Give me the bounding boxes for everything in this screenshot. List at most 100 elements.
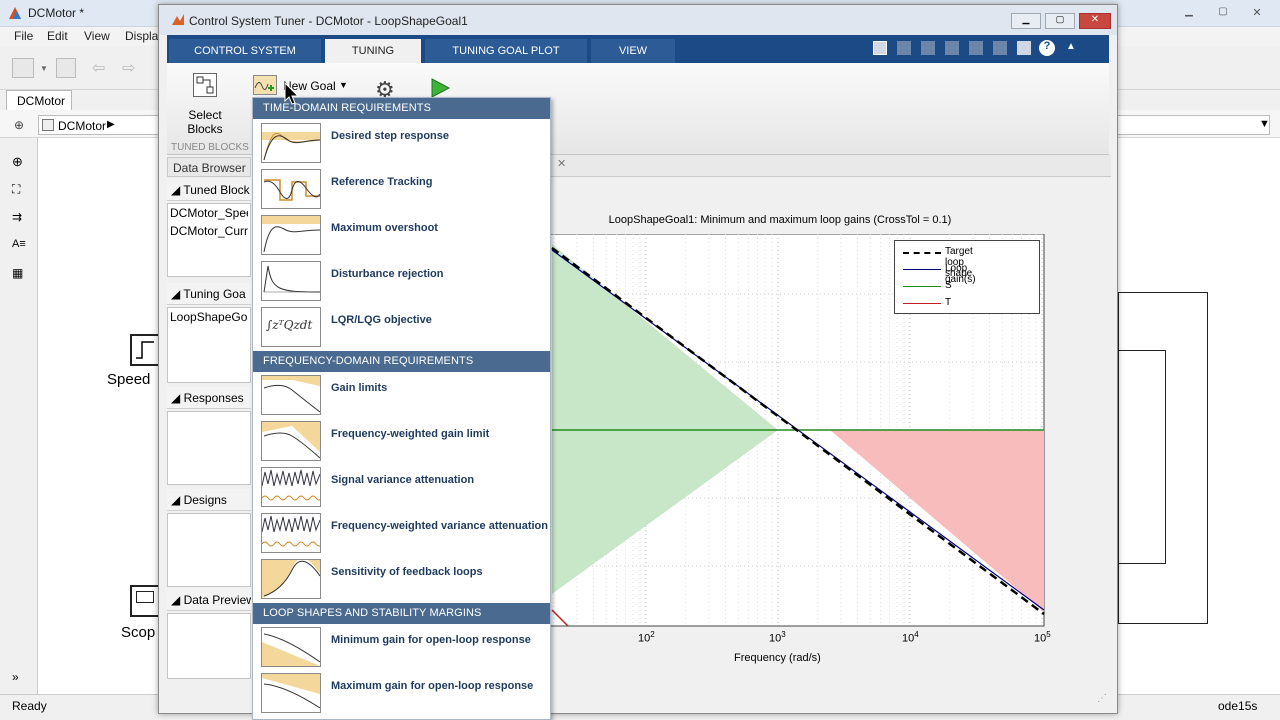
goal-minimum-gain-open-loop[interactable]: Minimum gain for open-loop response: [253, 624, 550, 670]
goal-sensitivity-of-feedback-loops[interactable]: Sensitivity of feedback loops: [253, 556, 550, 602]
new-goal-button[interactable]: New Goal ▼: [253, 73, 357, 99]
tuned-blocks-header[interactable]: ◢ Tuned Block: [167, 179, 251, 201]
goal-reference-tracking[interactable]: Reference Tracking: [253, 166, 550, 212]
tab-view[interactable]: VIEW: [591, 39, 675, 63]
annotation-icon[interactable]: A≡: [12, 238, 26, 250]
breadcrumb-dropdown-icon[interactable]: ▼: [1259, 118, 1270, 130]
image-icon[interactable]: ▦: [12, 266, 23, 280]
save-icon[interactable]: [897, 41, 911, 55]
model-tab[interactable]: DCMotor: [6, 90, 72, 110]
goal-maximum-overshoot[interactable]: Maximum overshoot: [253, 212, 550, 258]
hide-browser-icon[interactable]: ⊕: [14, 118, 24, 132]
step-response-thumbnail-icon: [261, 123, 321, 163]
x-axis-label: Frequency (rad/s): [734, 652, 821, 664]
tuner-tab-bar: CONTROL SYSTEM TUNING TUNING GOAL PLOT V…: [167, 35, 1109, 63]
arrow-icon[interactable]: ⇉: [12, 210, 22, 224]
window-layout-icon[interactable]: [1017, 41, 1031, 55]
speed-block[interactable]: [130, 334, 160, 366]
tuning-goals-list: LoopShapeGoa: [167, 307, 251, 383]
x-tick-label: 102: [638, 630, 655, 645]
gallery-item-label: LQR/LQG objective: [331, 314, 432, 326]
resize-grip-icon[interactable]: ⋰: [1097, 693, 1107, 704]
simulink-app-icon: [8, 6, 22, 20]
legend-label: S: [945, 280, 952, 291]
tab-control-system[interactable]: CONTROL SYSTEM: [169, 39, 321, 63]
tuned-blocks-list: DCMotor_Speed DCMotor_Curre: [167, 203, 251, 277]
scope-block[interactable]: [130, 585, 160, 617]
close-tab-icon[interactable]: ✕: [557, 157, 566, 170]
inner-block[interactable]: [1118, 350, 1166, 564]
chevron-down-icon[interactable]: ▼: [40, 64, 48, 73]
list-item[interactable]: LoopShapeGoa: [170, 310, 248, 328]
section-label: Tuned Block: [183, 183, 250, 197]
maximize-icon[interactable]: ▢: [1210, 6, 1236, 22]
fit-view-icon[interactable]: ⛶: [12, 182, 20, 197]
responses-section: ◢ Responses: [167, 387, 251, 485]
minimize-icon[interactable]: ▁: [1011, 13, 1041, 29]
max-gain-thumbnail-icon: [261, 673, 321, 713]
menu-display[interactable]: Displa: [125, 29, 158, 43]
zoom-icon[interactable]: ⊕: [12, 154, 23, 170]
new-goal-icon: [253, 75, 277, 95]
disturbance-rejection-thumbnail-icon: [261, 261, 321, 301]
list-item[interactable]: DCMotor_Speed: [170, 206, 248, 224]
collapse-ribbon-icon[interactable]: ▲: [1063, 39, 1079, 57]
collapse-triangle-icon: ◢: [171, 391, 181, 405]
collapse-triangle-icon: ◢: [171, 287, 181, 301]
tune-play-icon[interactable]: [429, 77, 451, 99]
library-icon[interactable]: [12, 58, 34, 78]
goal-disturbance-rejection[interactable]: Disturbance rejection: [253, 258, 550, 304]
undo-icon[interactable]: [969, 41, 983, 55]
back-arrow-icon[interactable]: ⇦: [92, 58, 105, 78]
x-tick-label: 103: [769, 630, 786, 645]
section-label: Designs: [183, 493, 227, 507]
layout-icon[interactable]: [873, 41, 887, 55]
goal-frequency-weighted-variance-attenuation[interactable]: Frequency-weighted variance attenuation: [253, 510, 550, 556]
select-blocks-label-2: Blocks: [187, 122, 223, 136]
expand-icon[interactable]: »: [12, 670, 19, 684]
model-icon: [42, 119, 54, 131]
minimize-icon[interactable]: ▁: [1176, 6, 1202, 22]
plot-legend: Target loop shape Loop gain(s) S T: [894, 240, 1040, 314]
new-goal-gallery: TIME-DOMAIN REQUIREMENTS Desired step re…: [252, 97, 551, 720]
data-preview-header[interactable]: ◢ Data Preview: [167, 589, 251, 611]
menu-view[interactable]: View: [84, 29, 110, 43]
gallery-item-label: Frequency-weighted variance attenuation: [331, 520, 548, 532]
menu-edit[interactable]: Edit: [47, 29, 68, 43]
tuning-goals-header[interactable]: ◢ Tuning Goa: [167, 283, 251, 305]
designs-header[interactable]: ◢ Designs: [167, 489, 251, 511]
redo-icon[interactable]: [993, 41, 1007, 55]
gain-limits-thumbnail-icon: [261, 375, 321, 415]
copy-icon[interactable]: [921, 41, 935, 55]
menu-file[interactable]: File: [14, 29, 33, 43]
maximize-icon[interactable]: ▢: [1045, 13, 1075, 29]
responses-header[interactable]: ◢ Responses: [167, 387, 251, 409]
goal-signal-variance-attenuation[interactable]: Signal variance attenuation: [253, 464, 550, 510]
gallery-item-label: Maximum overshoot: [331, 222, 438, 234]
legend-swatch: [903, 252, 941, 254]
data-browser-panel: Data Browser ◢ Tuned Block DCMotor_Speed…: [167, 155, 251, 705]
gallery-item-label: Desired step response: [331, 130, 449, 142]
help-icon[interactable]: ?: [1039, 40, 1055, 56]
tab-tuning-goal-plot[interactable]: TUNING GOAL PLOT: [425, 39, 587, 63]
close-icon[interactable]: ✕: [1079, 13, 1111, 29]
chevron-right-icon: ▶: [107, 119, 115, 130]
gallery-item-label: Signal variance attenuation: [331, 474, 475, 486]
list-item[interactable]: DCMotor_Curre: [170, 224, 248, 242]
close-icon[interactable]: ✕: [1244, 6, 1270, 22]
tab-tuning[interactable]: TUNING: [325, 39, 421, 63]
x-tick-label: 105: [1034, 630, 1051, 645]
mouse-cursor-icon: [284, 82, 300, 106]
breadcrumb-model[interactable]: DCMotor: [58, 119, 106, 133]
goal-gain-limits[interactable]: Gain limits: [253, 372, 550, 418]
goal-maximum-gain-open-loop[interactable]: Maximum gain for open-loop response: [253, 670, 550, 716]
save-icon[interactable]: [56, 58, 76, 78]
section-label: Responses: [183, 391, 244, 405]
paste-icon[interactable]: [945, 41, 959, 55]
select-blocks-button[interactable]: Select Blocks: [173, 65, 237, 139]
designs-section: ◢ Designs: [167, 489, 251, 587]
goal-desired-step-response[interactable]: Desired step response: [253, 120, 550, 166]
goal-frequency-weighted-gain-limit[interactable]: Frequency-weighted gain limit: [253, 418, 550, 464]
goal-lqr-lqg-objective[interactable]: ∫zᵀQzdt LQR/LQG objective: [253, 304, 550, 350]
forward-arrow-icon[interactable]: ⇨: [122, 58, 135, 78]
